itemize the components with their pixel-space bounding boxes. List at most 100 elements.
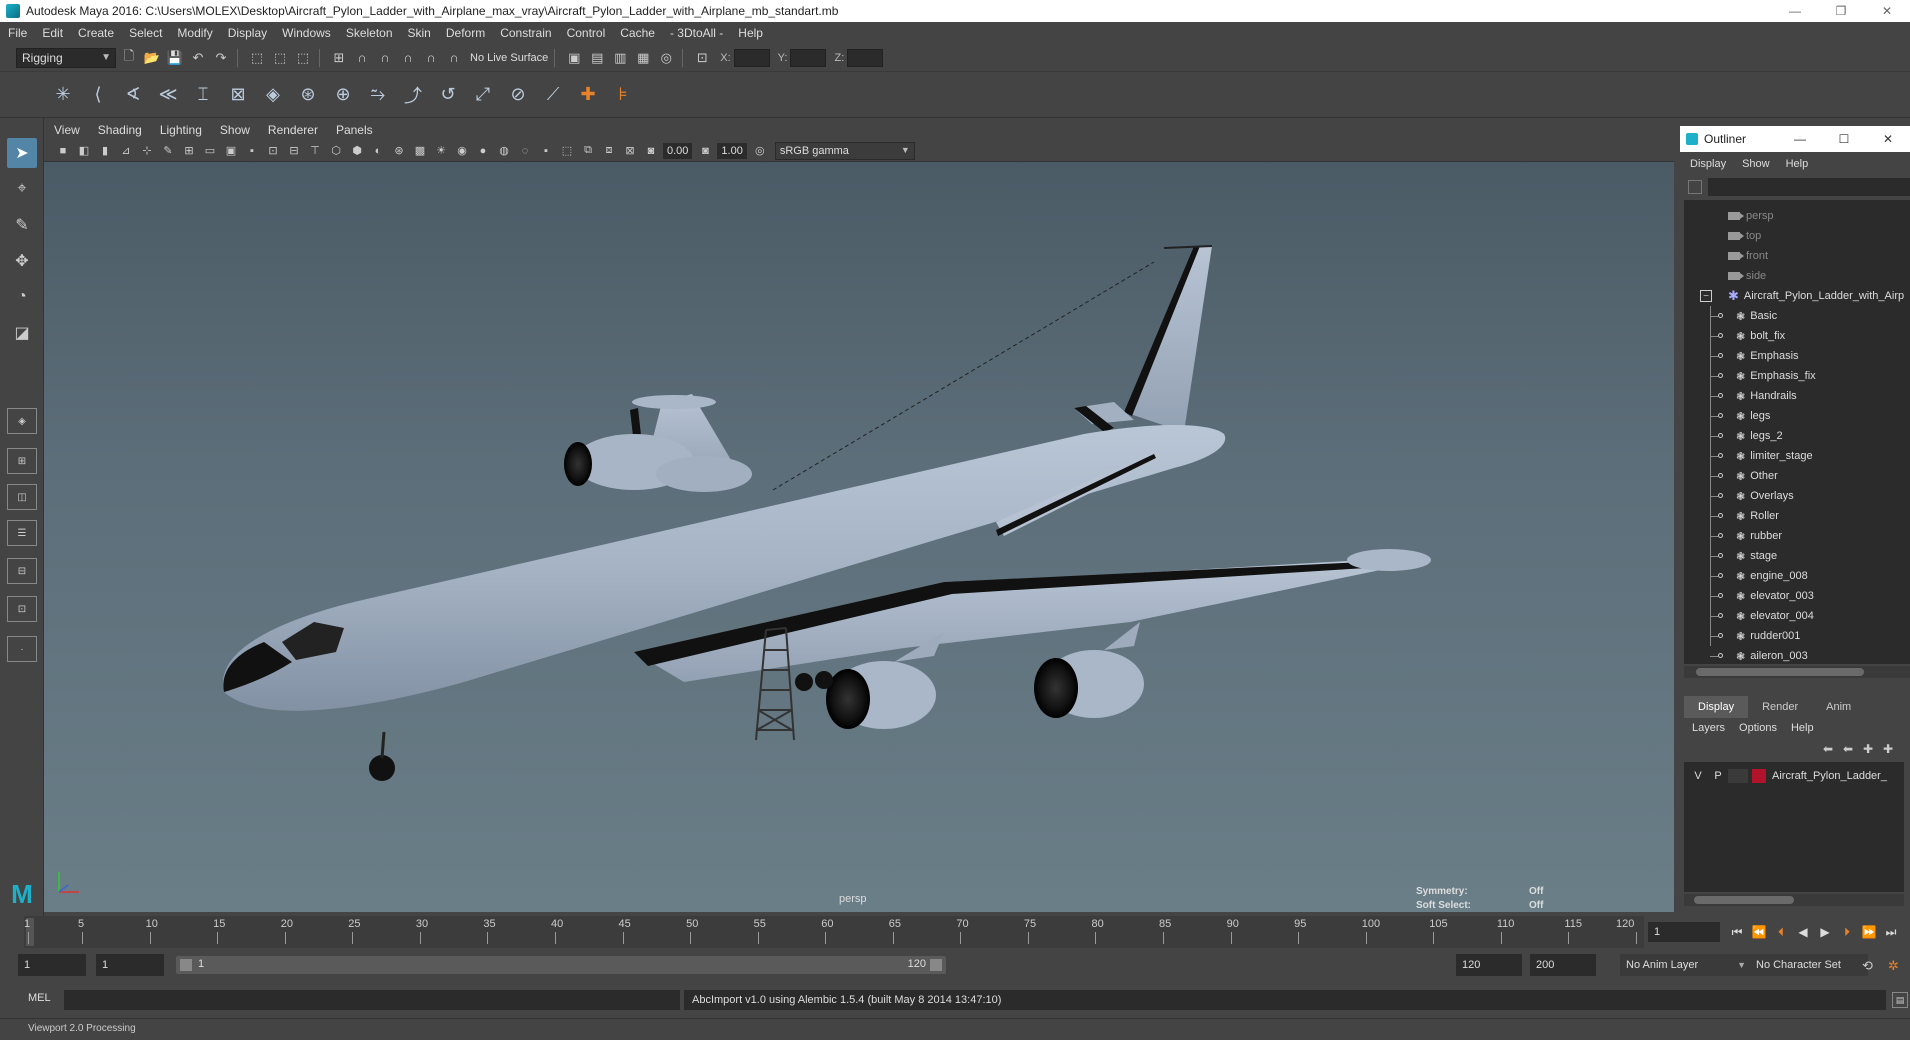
outliner-item[interactable]: ❃ aileron_003	[1736, 646, 1808, 664]
restore-button[interactable]: ❐	[1818, 0, 1864, 22]
locator-icon[interactable]: ⌶	[188, 80, 218, 110]
menu-deform[interactable]: Deform	[446, 26, 485, 40]
command-input[interactable]	[64, 990, 680, 1010]
tab-display-layers[interactable]: Display	[1684, 696, 1749, 718]
anim-layer-select[interactable]: No Anim Layer ▼	[1620, 954, 1750, 976]
use-all-lights-icon[interactable]: ☀	[432, 142, 450, 160]
animation-end-field[interactable]: 200	[1530, 954, 1596, 976]
range-slider[interactable]: 1 120	[176, 956, 946, 974]
scrollbar-thumb[interactable]	[1694, 896, 1794, 904]
outliner-item[interactable]: ❃ stage	[1736, 546, 1777, 566]
default-material-icon[interactable]: ◐	[369, 142, 387, 160]
safe-action-icon[interactable]: ⊟	[285, 142, 303, 160]
play-forwards-icon[interactable]: ▶	[1814, 922, 1836, 942]
script-language-toggle[interactable]: MEL	[28, 992, 51, 1004]
layer-display-type-toggle[interactable]	[1728, 769, 1748, 783]
exposure-field[interactable]: 0.00	[663, 142, 693, 159]
x-field[interactable]	[733, 48, 770, 67]
go-to-start-icon[interactable]: ⏮	[1726, 922, 1748, 942]
menu-set-select[interactable]: Rigging ▼	[16, 47, 116, 68]
shadows-icon[interactable]: ◉	[453, 142, 471, 160]
ipr-render-icon[interactable]: ▥	[610, 48, 630, 68]
scale-tool-icon[interactable]: ◪	[7, 318, 37, 348]
resolution-gate-icon[interactable]: ▣	[222, 142, 240, 160]
current-frame-field[interactable]: 1	[1648, 922, 1720, 942]
joint-tool-icon[interactable]: ✳	[48, 80, 78, 110]
playback-start-field[interactable]: 1	[96, 954, 164, 976]
move-tool-icon[interactable]: ✥	[7, 246, 37, 276]
snap-curve-icon[interactable]: ∩	[352, 48, 372, 68]
outliner-maximize-button[interactable]: ☐	[1822, 126, 1866, 152]
xray-joints-icon[interactable]: ⊠	[621, 142, 639, 160]
animation-preferences-icon[interactable]: ✲	[1888, 958, 1899, 974]
open-scene-icon[interactable]: 📂	[142, 48, 162, 68]
layer-list[interactable]: V P Aircraft_Pylon_Ladder_	[1684, 762, 1904, 892]
gamma-field[interactable]: 1.00	[717, 142, 747, 159]
cluster-icon[interactable]: ⊠	[223, 80, 253, 110]
menu-cache[interactable]: Cache	[620, 26, 655, 40]
outliner-item[interactable]: ❃ limiter_stage	[1736, 446, 1813, 466]
range-end-handle[interactable]	[930, 959, 942, 971]
wireframe-icon[interactable]: ⬡	[327, 142, 345, 160]
outliner-item[interactable]: ❃ Roller	[1736, 506, 1779, 526]
snap-surface-icon[interactable]: ∩	[421, 48, 441, 68]
panel-menu-lighting[interactable]: Lighting	[160, 123, 202, 137]
two-pane-layout-icon[interactable]: ◫	[7, 484, 37, 510]
outliner-item-front[interactable]: front	[1728, 246, 1768, 266]
select-object-icon[interactable]: ⬚	[270, 48, 290, 68]
lasso-tool-icon[interactable]: ⌖	[7, 174, 37, 204]
four-pane-layout-icon[interactable]: ⊞	[7, 448, 37, 474]
menu-control[interactable]: Control	[567, 26, 606, 40]
layer-menu-layers[interactable]: Layers	[1692, 722, 1725, 734]
move-layer-up-icon[interactable]: ⬅	[1818, 742, 1838, 756]
safe-title-icon[interactable]: ⊤	[306, 142, 324, 160]
hypershade-layout-icon[interactable]: ⊡	[7, 596, 37, 622]
outliner-item[interactable]: ❃ rudder001	[1736, 626, 1800, 646]
render-frame-icon[interactable]: ▤	[587, 48, 607, 68]
layer-visibility-toggle[interactable]: V	[1688, 770, 1708, 782]
close-button[interactable]: ✕	[1864, 0, 1910, 22]
grid-icon[interactable]: ⊞	[180, 142, 198, 160]
script-editor-icon[interactable]: ▤	[1892, 992, 1908, 1008]
anti-aliasing-icon[interactable]: ◌	[516, 142, 534, 160]
2d-pan-zoom-icon[interactable]: ⊹	[138, 142, 156, 160]
outliner-minimize-button[interactable]: —	[1778, 126, 1822, 152]
ik-spline-icon[interactable]: ≪	[153, 80, 183, 110]
outliner-item[interactable]: ❃ legs_2	[1736, 426, 1783, 446]
layer-menu-help[interactable]: Help	[1791, 722, 1814, 734]
y-field[interactable]	[790, 48, 827, 67]
bookmark-icon[interactable]: ▮	[96, 142, 114, 160]
play-backwards-icon[interactable]: ◀	[1792, 922, 1814, 942]
panel-menu-shading[interactable]: Shading	[98, 123, 142, 137]
outliner-item-root[interactable]: ✱ Aircraft_Pylon_Ladder_with_Airp	[1728, 286, 1904, 306]
ik-handle-icon[interactable]: ∢	[118, 80, 148, 110]
custom-layout-icon[interactable]: ·	[7, 636, 37, 662]
go-to-end-icon[interactable]: ⏭	[1880, 922, 1902, 942]
menu-help[interactable]: Help	[738, 26, 763, 40]
outliner-item[interactable]: ❃ Emphasis	[1736, 346, 1799, 366]
color-management-icon[interactable]: ◎	[751, 142, 769, 160]
aim-constraint-icon[interactable]: ⊘	[503, 80, 533, 110]
pole-vector-icon[interactable]: ⟋	[538, 80, 568, 110]
time-slider[interactable]: 1 5 10 15 20 25 30 35 40 45 50 55 60 65 70 75 80 85 90 95 10…	[24, 916, 1644, 948]
menu-skin[interactable]: Skin	[408, 26, 431, 40]
smooth-shade-icon[interactable]: ⬢	[348, 142, 366, 160]
make-live-icon[interactable]: ∩	[444, 48, 464, 68]
outliner-item[interactable]: ❃ Handrails	[1736, 386, 1797, 406]
parent-constraint-icon[interactable]: ⥲	[363, 80, 393, 110]
motion-blur-icon[interactable]: ◍	[495, 142, 513, 160]
step-back-key-icon[interactable]: ⏴	[1770, 922, 1792, 942]
depth-of-field-icon[interactable]: ▪	[537, 142, 555, 160]
menu-modify[interactable]: Modify	[177, 26, 212, 40]
snap-view-icon[interactable]: ∩	[398, 48, 418, 68]
panel-menu-panels[interactable]: Panels	[336, 123, 373, 137]
layer-row[interactable]: V P Aircraft_Pylon_Ladder_	[1684, 766, 1904, 786]
single-pane-layout-icon[interactable]: ◈	[7, 408, 37, 434]
outliner-item[interactable]: ❃ elevator_004	[1736, 606, 1814, 626]
camera-select-icon[interactable]: ■	[54, 142, 72, 160]
outliner-item[interactable]: ❃ engine_008	[1736, 566, 1808, 586]
tab-render-layers[interactable]: Render	[1748, 696, 1812, 718]
outliner-item[interactable]: ❃ Basic	[1736, 306, 1777, 326]
lattice-icon[interactable]: ◈	[258, 80, 288, 110]
undo-icon[interactable]: ↶	[188, 48, 208, 68]
